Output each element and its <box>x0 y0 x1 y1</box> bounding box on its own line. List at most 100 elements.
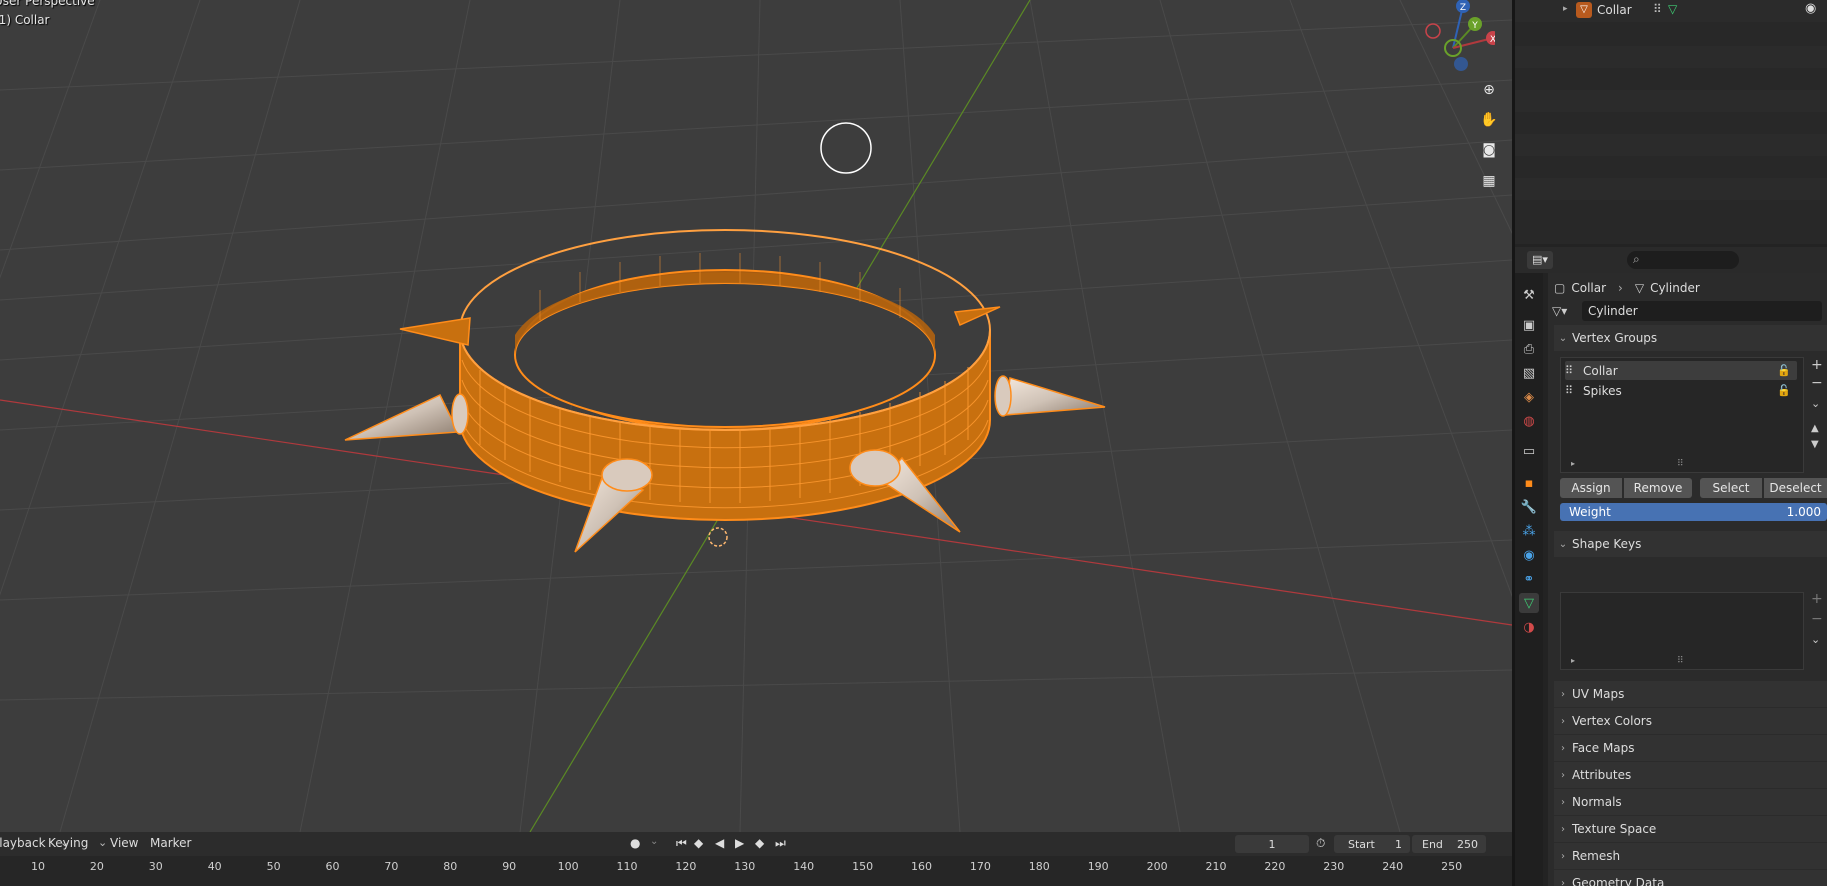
remove-shape-key-icon[interactable]: − <box>1811 611 1823 627</box>
assign-button[interactable]: Assign <box>1560 478 1622 498</box>
move-down-icon[interactable]: ▼ <box>1811 439 1819 450</box>
start-frame-field[interactable]: Start 1 <box>1334 835 1410 853</box>
playback-menu[interactable]: Playback <box>0 836 46 850</box>
grid-ortho-icon[interactable]: ▦ <box>1475 168 1503 194</box>
panel-vertex-colors[interactable]: › Vertex Colors <box>1554 708 1827 734</box>
panel-title: Texture Space <box>1572 822 1657 836</box>
current-frame-field[interactable]: 1 <box>1235 835 1309 853</box>
pan-hand-icon[interactable]: ✋ <box>1475 107 1503 133</box>
navigation-gizmo[interactable]: Z Y X <box>1405 0 1495 75</box>
mesh-name-field[interactable]: Cylinder <box>1582 301 1822 321</box>
vertex-group-name[interactable]: Collar <box>1583 364 1618 378</box>
outliner-row-collar[interactable]: ▸ ▽ Collar ⠿ ▽ ◉ <box>1515 0 1827 22</box>
play-reverse-icon[interactable]: ◀ <box>715 836 724 850</box>
modifier-wrench-icon[interactable]: 🔧 <box>1519 497 1539 517</box>
expand-arrow-icon[interactable]: ▸ <box>1563 4 1568 14</box>
panel-uv-maps[interactable]: › UV Maps <box>1554 681 1827 707</box>
prev-keyframe-icon[interactable]: ◆ <box>694 836 703 850</box>
mesh-data-tab-icon[interactable]: ▽ <box>1519 593 1539 613</box>
material-tab-icon[interactable]: ◑ <box>1519 617 1539 637</box>
lock-icon[interactable]: 🔓 <box>1777 364 1791 377</box>
frame-tick-label: 160 <box>911 860 932 873</box>
end-frame-field[interactable]: End 250 <box>1412 835 1486 853</box>
panel-remesh[interactable]: › Remesh <box>1554 843 1827 869</box>
chevron-down-icon[interactable]: ⌄ <box>650 836 658 847</box>
add-shape-key-icon[interactable]: + <box>1811 591 1823 607</box>
timeline-ruler[interactable]: 10 20 30 40 50 60 70 80 90 100 110 120 130 140 150 160 1… <box>0 856 1512 886</box>
properties-tab-bar: ⚒ ▣ ⎙ ▧ ◈ ◍ ▭ ▪ 🔧 ⁂ ◉ ⚭ ▽ ◑ <box>1515 273 1543 886</box>
panel-texture-space[interactable]: › Texture Space <box>1554 816 1827 842</box>
breadcrumb-data: Cylinder <box>1650 281 1700 295</box>
record-icon[interactable]: ● <box>630 836 640 850</box>
play-icon[interactable]: ▶ <box>735 836 744 850</box>
weight-slider[interactable]: Weight 1.000 <box>1560 503 1827 521</box>
chevron-right-icon: › <box>1561 742 1565 754</box>
lock-icon[interactable]: 🔓 <box>1777 384 1791 397</box>
vertex-groups-panel-header[interactable]: ⌄ Vertex Groups <box>1554 325 1827 351</box>
search-input[interactable]: ⌕ <box>1627 251 1739 269</box>
outliner-object-name[interactable]: Collar <box>1597 3 1632 17</box>
next-keyframe-icon[interactable]: ◆ <box>755 836 764 850</box>
panel-title: Vertex Colors <box>1572 714 1652 728</box>
filter-expand-icon[interactable]: ▸ <box>1571 656 1575 665</box>
chevron-down-icon: ⌄ <box>1558 538 1568 550</box>
filter-expand-icon[interactable]: ▸ <box>1571 459 1575 468</box>
resize-grip-icon[interactable]: ⠿ <box>1677 459 1684 469</box>
chevron-right-icon: › <box>1561 850 1565 862</box>
shape-key-specials-icon[interactable]: ⌄ <box>1811 633 1820 646</box>
object-tab-icon[interactable]: ▪ <box>1519 473 1539 493</box>
panel-face-maps[interactable]: › Face Maps <box>1554 735 1827 761</box>
remove-button[interactable]: Remove <box>1624 478 1692 498</box>
editor-type-dropdown[interactable]: ▤▾ <box>1527 251 1553 269</box>
zoom-icon[interactable]: ⊕ <box>1475 77 1503 103</box>
resize-grip-icon[interactable]: ⠿ <box>1677 656 1684 666</box>
mesh-browse-icon[interactable]: ▽▾ <box>1552 301 1576 321</box>
3d-viewport[interactable]: User Perspective (1) Collar Z Y X ⊕ ✋ ◙ … <box>0 0 1512 832</box>
outliner-empty-row <box>1515 178 1827 200</box>
camera-icon[interactable]: ◙ <box>1475 137 1503 163</box>
panel-geometry-data[interactable]: › Geometry Data <box>1554 870 1827 886</box>
specials-menu-icon[interactable]: ⌄ <box>1811 397 1820 410</box>
jump-end-icon[interactable]: ⏭ <box>775 836 786 851</box>
collection-tab-icon[interactable]: ▭ <box>1519 441 1539 461</box>
marker-menu[interactable]: Marker <box>150 836 191 850</box>
remove-group-icon[interactable]: − <box>1811 375 1823 391</box>
stopwatch-icon[interactable]: ⏱ <box>1316 836 1325 851</box>
list-item[interactable]: ⠿ Spikes 🔓 <box>1565 381 1797 400</box>
frame-tick-label: 40 <box>207 860 222 873</box>
shape-keys-panel-header[interactable]: ⌄ Shape Keys <box>1554 531 1827 557</box>
deselect-button[interactable]: Deselect <box>1764 478 1827 498</box>
move-up-icon[interactable]: ▲ <box>1811 423 1819 434</box>
frame-tick-label: 210 <box>1205 860 1227 873</box>
world-tab-icon[interactable]: ◍ <box>1519 411 1539 431</box>
spike-right-back <box>953 306 1001 327</box>
viewport-scene[interactable] <box>0 0 1512 832</box>
constraints-tab-icon[interactable]: ⚭ <box>1519 569 1539 589</box>
search-icon: ⌕ <box>1633 252 1640 266</box>
shape-key-list[interactable]: ▸ ⠿ <box>1560 592 1804 670</box>
mesh-data-icon[interactable]: ▽ <box>1668 2 1677 16</box>
jump-start-icon[interactable]: ⏮ <box>676 836 687 851</box>
visibility-eye-icon[interactable]: ◉ <box>1805 1 1816 16</box>
particles-tab-icon[interactable]: ⁂ <box>1519 521 1539 541</box>
output-tab-icon[interactable]: ⎙ <box>1519 339 1539 359</box>
physics-tab-icon[interactable]: ◉ <box>1519 545 1539 565</box>
view-layer-tab-icon[interactable]: ▧ <box>1519 363 1539 383</box>
object-icon: ▢ <box>1554 281 1566 295</box>
vertex-group-name[interactable]: Spikes <box>1583 384 1622 398</box>
render-tab-icon[interactable]: ▣ <box>1519 315 1539 335</box>
viewport-object-label: (1) Collar <box>0 13 50 27</box>
view-menu[interactable]: View <box>110 836 138 850</box>
list-item[interactable]: ⠿ Collar 🔓 <box>1565 361 1797 380</box>
end-label: End <box>1422 837 1443 851</box>
chevron-down-icon[interactable]: ⌄ <box>98 836 107 849</box>
vertex-group-list[interactable]: ⠿ Collar 🔓 ⠿ Spikes 🔓 ▸ ⠿ <box>1560 357 1804 473</box>
panel-normals[interactable]: › Normals <box>1554 789 1827 815</box>
tool-tab-icon[interactable]: ⚒ <box>1519 285 1539 305</box>
vertex-group-icon: ⠿ <box>1565 384 1574 397</box>
panel-attributes[interactable]: › Attributes <box>1554 762 1827 788</box>
add-group-icon[interactable]: + <box>1811 357 1823 373</box>
scene-tab-icon[interactable]: ◈ <box>1519 387 1539 407</box>
keying-menu[interactable]: Keying <box>48 836 88 850</box>
select-button[interactable]: Select <box>1700 478 1762 498</box>
